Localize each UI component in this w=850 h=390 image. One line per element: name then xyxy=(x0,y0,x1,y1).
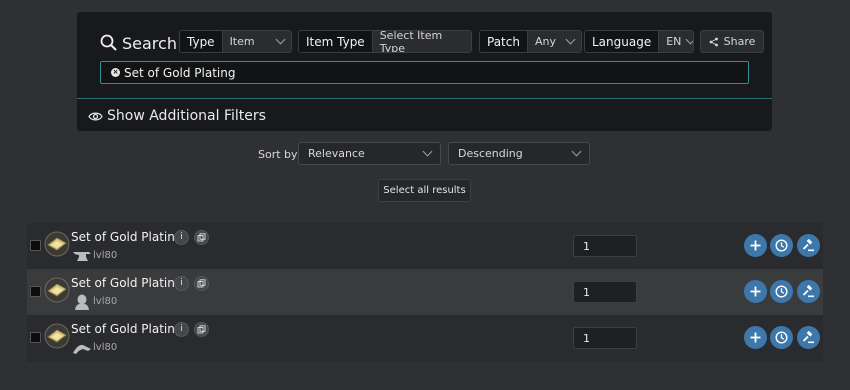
result-name[interactable]: Set of Gold Plating xyxy=(71,230,183,244)
bust-icon xyxy=(75,294,89,310)
chevron-down-icon xyxy=(565,34,576,45)
sort-field-value: Relevance xyxy=(308,147,365,160)
copy-icon[interactable] xyxy=(194,230,209,245)
item-type-select[interactable]: Select Item Type xyxy=(372,31,471,52)
add-button[interactable] xyxy=(744,280,767,303)
type-label: Type xyxy=(180,31,223,52)
patch-value: Any xyxy=(534,35,556,48)
gold-plating-item-icon xyxy=(44,323,70,349)
sort-order-value: Descending xyxy=(458,147,523,160)
language-filter[interactable]: Language EN xyxy=(584,30,694,53)
result-level: lvl80 xyxy=(93,342,118,353)
type-select[interactable]: Item xyxy=(222,31,291,52)
copy-icon[interactable] xyxy=(194,322,209,337)
info-icon[interactable]: i xyxy=(174,322,189,337)
hammer-icon xyxy=(73,344,91,354)
sort-field-select[interactable]: Relevance xyxy=(298,142,441,165)
language-select[interactable]: EN xyxy=(659,31,693,52)
result-checkbox[interactable] xyxy=(30,286,41,297)
add-button[interactable] xyxy=(744,326,767,349)
quantity-input[interactable]: 1 xyxy=(573,327,637,349)
sort-order-select[interactable]: Descending xyxy=(448,142,590,165)
select-all-results-button[interactable]: Select all results xyxy=(378,179,471,202)
result-row: Set of Gold Plating i lvl80 1 xyxy=(27,223,823,269)
show-additional-filters-label: Show Additional Filters xyxy=(107,108,266,124)
type-value: Item xyxy=(229,35,255,48)
chevron-down-icon xyxy=(422,146,433,157)
result-name[interactable]: Set of Gold Plating xyxy=(71,276,183,290)
share-button[interactable]: Share xyxy=(700,30,764,53)
quantity-input[interactable]: 1 xyxy=(573,281,637,303)
result-row: Set of Gold Plating i lvl80 1 xyxy=(27,269,823,315)
clock-icon xyxy=(775,331,788,344)
language-value: EN xyxy=(666,35,682,48)
result-name[interactable]: Set of Gold Plating xyxy=(71,322,183,336)
sort-by-label: Sort by: xyxy=(258,148,301,161)
marketboard-button[interactable] xyxy=(797,234,820,257)
type-filter[interactable]: Type Item xyxy=(179,30,292,53)
chevron-down-icon xyxy=(685,34,693,45)
plus-icon xyxy=(750,332,761,343)
gavel-icon xyxy=(802,239,814,252)
plus-icon xyxy=(750,240,761,251)
add-button[interactable] xyxy=(744,234,767,257)
plus-icon xyxy=(750,286,761,297)
share-label: Share xyxy=(723,35,756,48)
info-icon[interactable]: i xyxy=(174,230,189,245)
result-checkbox[interactable] xyxy=(30,332,41,343)
search-query-input[interactable]: × Set of Gold Plating xyxy=(100,61,749,84)
info-icon[interactable]: i xyxy=(174,276,189,291)
history-button[interactable] xyxy=(770,326,793,349)
search-icon xyxy=(100,34,117,51)
chevron-down-icon xyxy=(571,146,582,157)
result-checkbox[interactable] xyxy=(30,240,41,251)
language-label: Language xyxy=(585,31,660,52)
result-level: lvl80 xyxy=(93,296,118,307)
copy-icon[interactable] xyxy=(194,276,209,291)
gavel-icon xyxy=(802,331,814,344)
item-type-label: Item Type xyxy=(299,31,373,52)
patch-label: Patch xyxy=(480,31,528,52)
gavel-icon xyxy=(802,285,814,298)
search-title: Search xyxy=(100,32,177,54)
search-query-text: Set of Gold Plating xyxy=(124,65,236,80)
marketboard-button[interactable] xyxy=(797,326,820,349)
chevron-down-icon xyxy=(275,34,286,45)
patch-filter[interactable]: Patch Any xyxy=(479,30,582,53)
search-panel: Search Type Item Item Type Select Item T… xyxy=(77,12,772,131)
history-button[interactable] xyxy=(770,234,793,257)
search-title-label: Search xyxy=(122,33,177,53)
quantity-input[interactable]: 1 xyxy=(573,235,637,257)
clear-query-icon[interactable]: × xyxy=(111,68,120,77)
eye-icon xyxy=(88,112,103,120)
show-additional-filters-button[interactable]: Show Additional Filters xyxy=(88,107,266,125)
gold-plating-item-icon xyxy=(44,231,70,257)
marketboard-button[interactable] xyxy=(797,280,820,303)
clock-icon xyxy=(775,285,788,298)
item-type-filter[interactable]: Item Type Select Item Type xyxy=(298,30,472,53)
results-list: Set of Gold Plating i lvl80 1 Set of Gol… xyxy=(27,223,823,362)
gold-plating-item-icon xyxy=(44,277,70,303)
patch-select[interactable]: Any xyxy=(527,31,581,52)
panel-divider xyxy=(77,98,772,99)
clock-icon xyxy=(775,239,788,252)
anvil-icon xyxy=(73,252,91,261)
result-row: Set of Gold Plating i lvl80 1 xyxy=(27,315,823,361)
result-level: lvl80 xyxy=(93,250,118,261)
share-icon xyxy=(709,37,718,46)
history-button[interactable] xyxy=(770,280,793,303)
